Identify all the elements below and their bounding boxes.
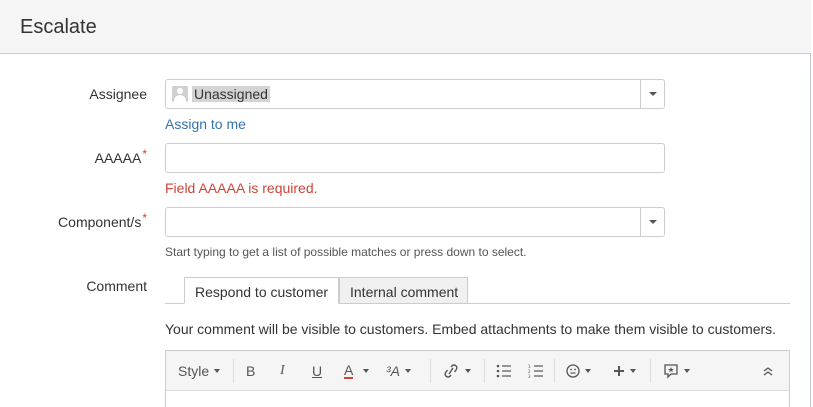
toolbar-separator — [233, 359, 234, 383]
toolbar-separator — [650, 359, 651, 383]
collapse-toolbar-button[interactable] — [762, 361, 774, 381]
aaaaa-label: AAAAA* — [94, 147, 147, 166]
chevron-down-icon — [363, 369, 370, 373]
italic-icon: I — [280, 363, 285, 378]
bold-button[interactable]: B — [246, 361, 255, 381]
link-icon — [444, 364, 458, 378]
editor-toolbar: Style B I U A ³A 1 2 3 — [166, 351, 789, 391]
assignee-text: Unassigned — [192, 86, 270, 102]
components-label: Component/s* — [58, 211, 147, 230]
style-label: Style — [178, 363, 210, 379]
text-color-icon: A — [344, 362, 354, 379]
assignee-label: Assignee — [89, 86, 147, 102]
feedback-macro-button[interactable] — [663, 361, 690, 381]
chevron-down-icon — [648, 220, 657, 224]
aaaaa-error-message: Field AAAAA is required. — [165, 180, 318, 196]
dialog-title: Escalate — [20, 16, 97, 38]
aaaaa-field[interactable] — [165, 143, 665, 173]
comment-visibility-note: Your comment will be visible to customer… — [165, 321, 777, 337]
assignee-select[interactable]: Unassigned — [165, 79, 665, 109]
tab-internal-comment[interactable]: Internal comment — [339, 277, 468, 304]
feedback-macro-icon — [664, 364, 678, 379]
numbered-list-icon: 1 2 3 — [528, 364, 543, 378]
chevron-down-icon — [648, 92, 657, 96]
escalate-dialog: Escalate Assignee Unassigned Assign to m… — [0, 0, 811, 407]
components-select[interactable] — [165, 207, 665, 237]
bold-icon: B — [246, 363, 256, 379]
chevron-down-icon — [684, 369, 690, 373]
italic-button[interactable]: I — [280, 361, 285, 381]
text-size-icon: ³A — [386, 363, 400, 379]
assign-to-me-link[interactable]: Assign to me — [165, 116, 246, 132]
link-button[interactable] — [442, 361, 471, 381]
emoticon-icon — [566, 364, 580, 378]
emoticon-button[interactable] — [566, 361, 591, 381]
dialog-header: Escalate — [0, 0, 811, 54]
assignee-value: Unassigned — [172, 86, 270, 102]
components-dropdown-toggle[interactable] — [640, 208, 664, 236]
required-marker: * — [142, 211, 147, 225]
toolbar-separator — [554, 359, 555, 383]
style-dropdown[interactable]: Style — [178, 361, 221, 381]
assignee-dropdown-toggle[interactable] — [640, 80, 664, 108]
bullet-list-button[interactable] — [496, 361, 512, 381]
toolbar-separator — [430, 359, 431, 383]
collapse-toolbar-icon — [763, 367, 773, 376]
underline-button[interactable]: U — [312, 361, 322, 381]
chevron-down-icon — [630, 369, 636, 373]
components-hint: Start typing to get a list of possible m… — [165, 245, 527, 259]
text-color-button[interactable]: A — [344, 361, 370, 381]
bullet-list-icon — [496, 364, 511, 378]
insert-more-icon — [614, 366, 624, 376]
tab-respond-to-customer[interactable]: Respond to customer — [184, 277, 339, 304]
underline-icon: U — [312, 363, 323, 379]
text-size-button[interactable]: ³A — [386, 361, 411, 381]
chevron-down-icon — [585, 369, 591, 373]
comment-editor[interactable]: Style B I U A ³A 1 2 3 — [165, 350, 790, 407]
chevron-down-icon — [465, 369, 471, 373]
svg-text:3: 3 — [528, 374, 531, 378]
comment-label: Comment — [86, 278, 147, 294]
user-avatar-icon — [172, 86, 188, 102]
chevron-down-icon — [405, 369, 411, 373]
required-marker: * — [142, 147, 147, 161]
numbered-list-button[interactable]: 1 2 3 — [528, 361, 544, 381]
insert-more-button[interactable] — [613, 361, 636, 381]
toolbar-separator — [484, 359, 485, 383]
chevron-down-icon — [214, 369, 221, 373]
